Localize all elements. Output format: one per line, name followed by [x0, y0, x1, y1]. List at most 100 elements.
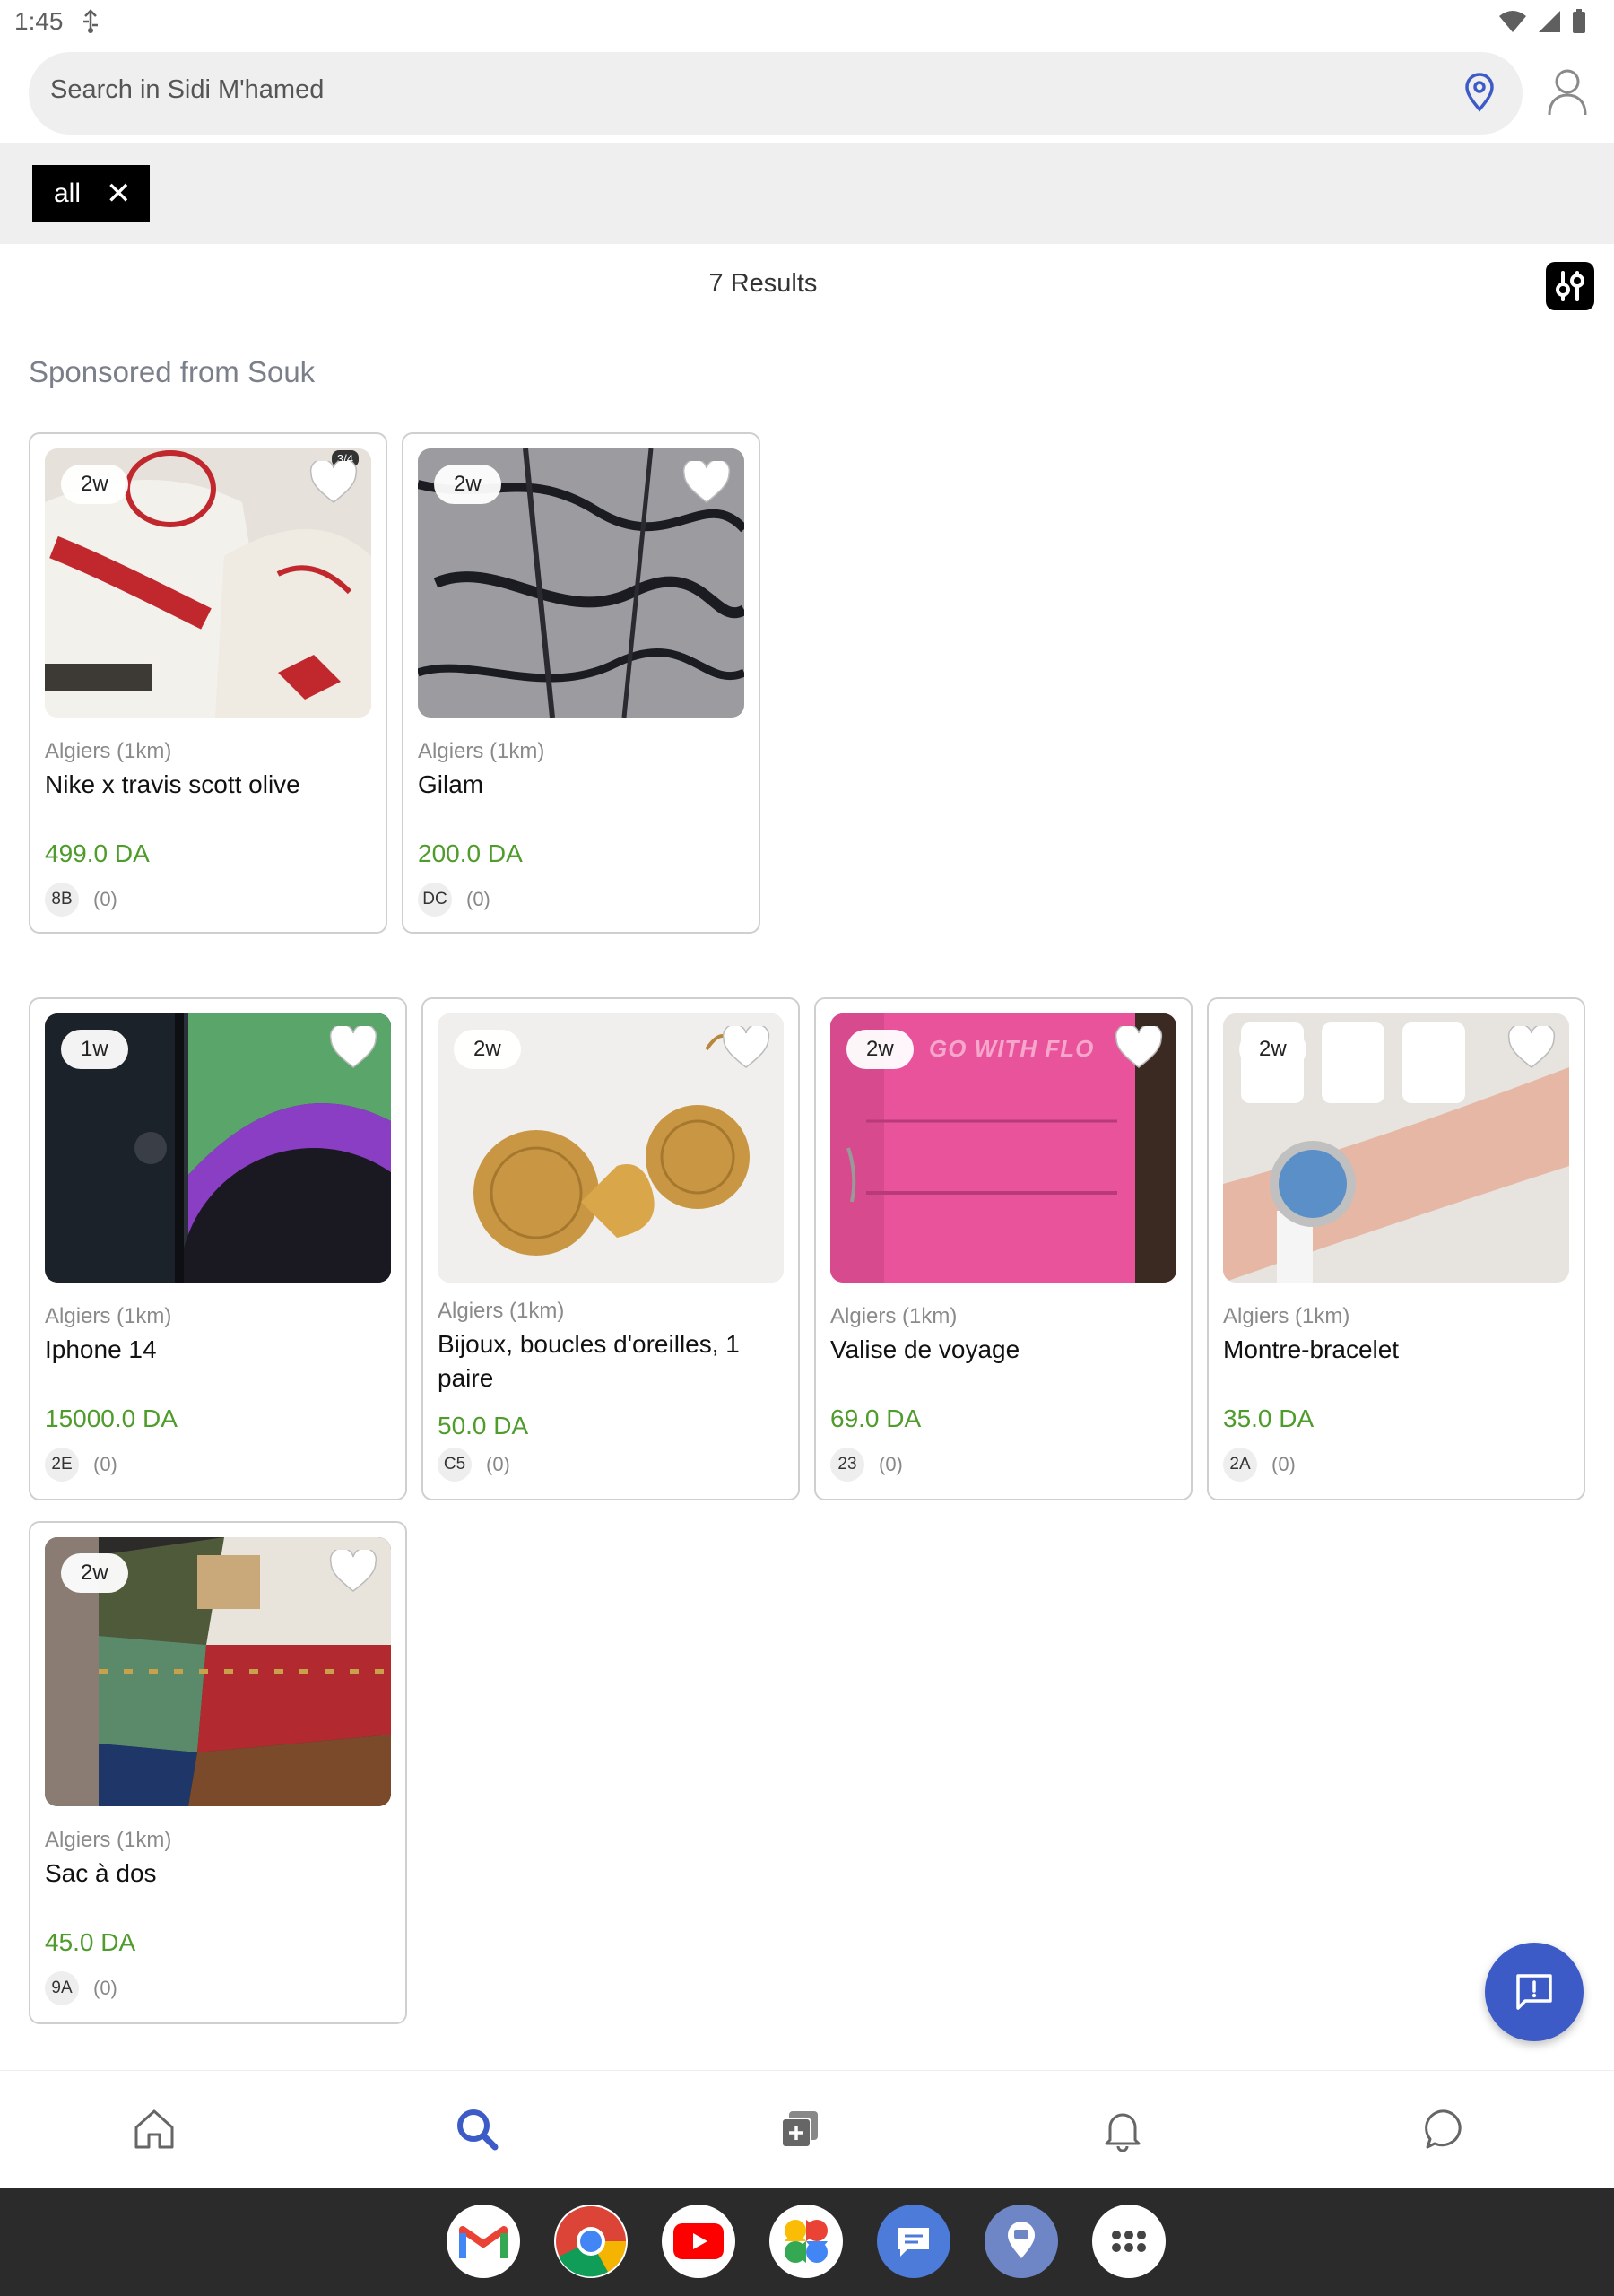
listing-seller-meta: 23 (0) — [830, 1448, 903, 1482]
sliders-icon — [1556, 271, 1584, 301]
nav-notifications[interactable] — [1099, 2106, 1146, 2157]
listing-title: Sac à dos — [45, 1859, 157, 1887]
listing-age-badge: 2w — [61, 465, 128, 504]
cell-signal-icon — [1539, 11, 1560, 32]
results-count: 7 Results — [708, 269, 818, 298]
listing-price: 69.0 DA — [830, 1405, 922, 1432]
youtube-app[interactable] — [662, 2205, 735, 2278]
listing-location: Algiers (1km) — [45, 1828, 172, 1852]
filter-strip — [0, 144, 1614, 244]
home-icon — [134, 2109, 174, 2149]
listing-seller-meta: 8B (0) — [45, 883, 117, 917]
listing-location: Algiers (1km) — [418, 739, 545, 763]
filter-settings-button[interactable] — [1546, 262, 1594, 310]
review-count: (0) — [466, 888, 490, 910]
nav-home[interactable] — [131, 2106, 178, 2157]
seller-avatar: 8B — [45, 883, 79, 917]
battery-icon — [1573, 9, 1585, 33]
listing-age-badge: 2w — [1239, 1030, 1306, 1069]
review-count: (0) — [879, 1453, 903, 1475]
listing-title: Valise de voyage — [830, 1335, 1020, 1363]
chat-icon — [1425, 2109, 1462, 2149]
messages-app[interactable] — [877, 2205, 950, 2278]
seller-avatar: DC — [418, 883, 452, 917]
heart-icon[interactable] — [328, 1023, 378, 1075]
nav-add-listing[interactable] — [777, 2106, 823, 2157]
listing-card[interactable]: 2w Algiers (1km) Montre-bracelet 35.0 DA… — [1207, 997, 1585, 1500]
sponsored-listing-card[interactable]: 3/4 2w Algiers (1km) Nike x travis scott… — [29, 432, 387, 934]
listing-seller-meta: 9A (0) — [45, 1971, 117, 2005]
gmail-icon — [459, 2226, 508, 2258]
review-count: (0) — [1271, 1453, 1296, 1475]
listing-seller-meta: 2E (0) — [45, 1448, 117, 1482]
listing-age-badge: 1w — [61, 1030, 128, 1069]
listing-image-text: GO WITH FLO — [929, 1035, 1095, 1062]
listing-location: Algiers (1km) — [45, 1304, 172, 1328]
review-count: (0) — [93, 888, 117, 910]
listing-location: Algiers (1km) — [438, 1299, 565, 1323]
bell-icon — [1105, 2113, 1141, 2152]
wifi-icon — [1499, 11, 1526, 32]
seller-avatar: 2E — [45, 1448, 79, 1482]
heart-icon[interactable] — [1114, 1023, 1164, 1075]
heart-icon[interactable] — [1506, 1023, 1557, 1075]
nav-chat[interactable] — [1422, 2106, 1469, 2157]
heart-icon[interactable] — [328, 1547, 378, 1599]
location-pin-icon[interactable] — [1462, 72, 1497, 117]
photos-app[interactable] — [769, 2205, 843, 2278]
status-icons — [1497, 9, 1587, 34]
photos-icon — [785, 2220, 828, 2263]
close-icon[interactable]: ✕ — [106, 178, 132, 209]
listing-price: 45.0 DA — [45, 1928, 136, 1956]
listing-price: 15000.0 DA — [45, 1405, 178, 1432]
listing-card[interactable]: 2w Algiers (1km) Sac à dos 45.0 DA 9A (0… — [29, 1521, 407, 2024]
status-time: 1:45 — [14, 7, 64, 35]
filter-chip-label: all — [54, 178, 82, 208]
listing-age-badge: 2w — [61, 1553, 128, 1593]
add-listing-icon — [781, 2111, 818, 2148]
listing-title: Gilam — [418, 770, 484, 798]
youtube-icon — [673, 2223, 724, 2259]
account-icon[interactable] — [1546, 68, 1589, 121]
chrome-icon — [556, 2206, 626, 2277]
listing-seller-meta: DC (0) — [418, 883, 490, 917]
listing-seller-meta: C5 (0) — [438, 1448, 510, 1482]
seller-avatar: 23 — [830, 1448, 864, 1482]
search-icon — [457, 2109, 499, 2151]
listing-age-badge: 2w — [434, 465, 501, 504]
maps-app[interactable] — [985, 2205, 1058, 2278]
app-drawer-icon — [1112, 2231, 1146, 2252]
review-count: (0) — [93, 1977, 117, 1999]
feedback-icon — [1516, 1974, 1552, 2010]
listing-title: Nike x travis scott olive — [45, 770, 300, 798]
listing-title: Bijoux, boucles d'oreilles, 1 paire — [438, 1330, 740, 1392]
heart-icon[interactable] — [681, 458, 732, 510]
chrome-app[interactable] — [554, 2205, 628, 2278]
listing-card[interactable]: GO WITH FLO 2w Algiers (1km) Valise de v… — [814, 997, 1193, 1500]
seller-avatar: 9A — [45, 1971, 79, 2005]
heart-icon[interactable] — [721, 1023, 771, 1075]
listing-seller-meta: 2A (0) — [1223, 1448, 1296, 1482]
listing-age-badge: 2w — [454, 1030, 521, 1069]
seller-avatar: C5 — [438, 1448, 472, 1482]
listing-title: Iphone 14 — [45, 1335, 157, 1363]
listing-location: Algiers (1km) — [1223, 1304, 1350, 1328]
app-drawer[interactable] — [1092, 2205, 1166, 2278]
nav-search[interactable] — [454, 2106, 500, 2157]
usb-debug-icon — [81, 9, 100, 39]
messages-icon — [898, 2228, 929, 2257]
gmail-app[interactable] — [447, 2205, 520, 2278]
sponsored-listing-card[interactable]: 2w Algiers (1km) Gilam 200.0 DA DC (0) — [402, 432, 760, 934]
listing-location: Algiers (1km) — [830, 1304, 958, 1328]
listing-card[interactable]: 1w Algiers (1km) Iphone 14 15000.0 DA 2E… — [29, 997, 407, 1500]
listing-location: Algiers (1km) — [45, 739, 172, 763]
listing-age-badge: 2w — [846, 1030, 914, 1069]
review-count: (0) — [93, 1453, 117, 1475]
status-bar — [0, 0, 1614, 45]
feedback-button[interactable] — [1485, 1943, 1584, 2041]
heart-icon[interactable] — [308, 458, 359, 510]
listing-card[interactable]: 2w Algiers (1km) Bijoux, boucles d'oreil… — [421, 997, 800, 1500]
filter-chip-all[interactable]: all ✕ — [32, 165, 150, 222]
listing-price: 35.0 DA — [1223, 1405, 1315, 1432]
listing-title: Montre-bracelet — [1223, 1335, 1400, 1363]
